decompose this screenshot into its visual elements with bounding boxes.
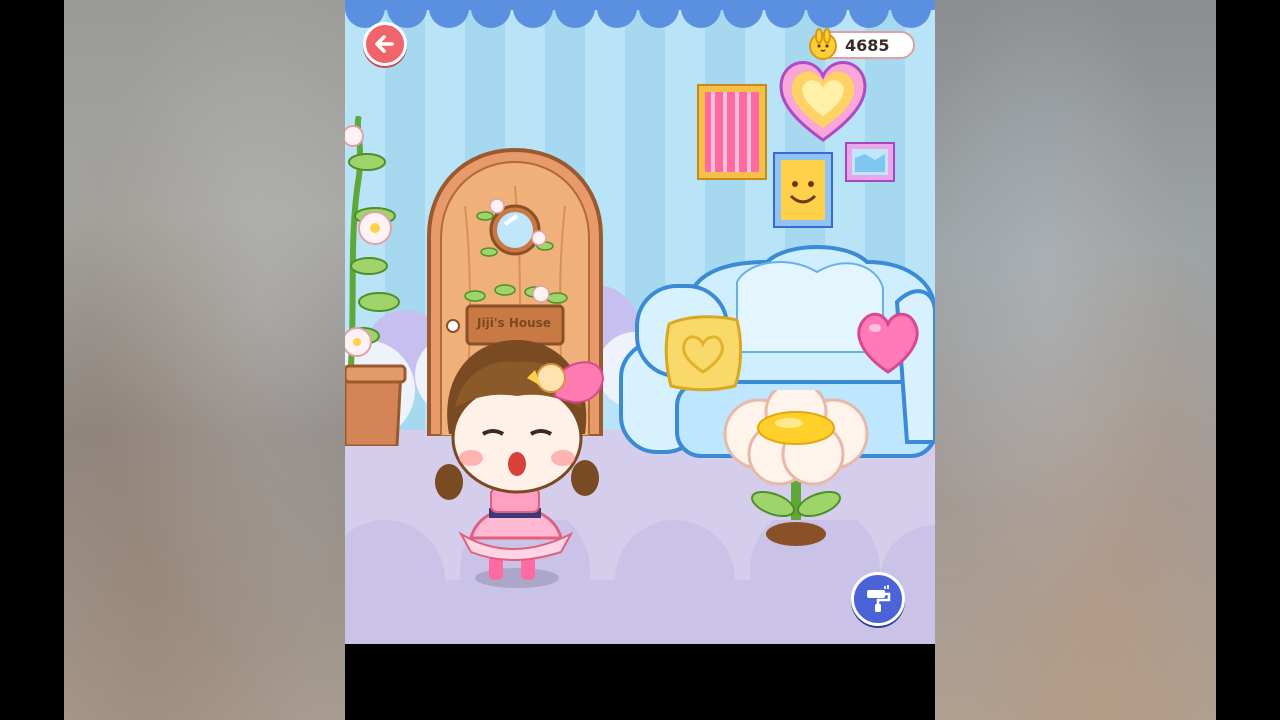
coin-amount: 4685	[845, 36, 890, 55]
scallop-border	[345, 0, 935, 28]
flower-table[interactable]	[699, 390, 893, 550]
pink-heart-pillow[interactable]	[853, 306, 923, 376]
game-scene: Jiji's House 4685	[345, 0, 935, 644]
bunny-coin-icon	[809, 28, 837, 60]
door-sign-text: Jiji's House	[477, 316, 551, 330]
blurred-background-right	[935, 0, 1216, 720]
small-blue-frame[interactable]	[845, 142, 895, 182]
flower-plant[interactable]	[345, 116, 409, 446]
girl-character[interactable]	[431, 338, 613, 594]
heart-frame[interactable]	[775, 56, 871, 144]
back-arrow-icon	[375, 35, 394, 53]
bottom-letterbox	[345, 644, 935, 720]
back-button[interactable]	[363, 22, 407, 66]
smiley-frame[interactable]	[773, 152, 833, 228]
paint-roller-button[interactable]	[851, 572, 905, 626]
pink-striped-frame[interactable]	[697, 84, 767, 180]
paint-roller-icon	[867, 585, 891, 612]
blurred-background-left	[64, 0, 345, 720]
yellow-heart-pillow[interactable]	[661, 310, 745, 394]
